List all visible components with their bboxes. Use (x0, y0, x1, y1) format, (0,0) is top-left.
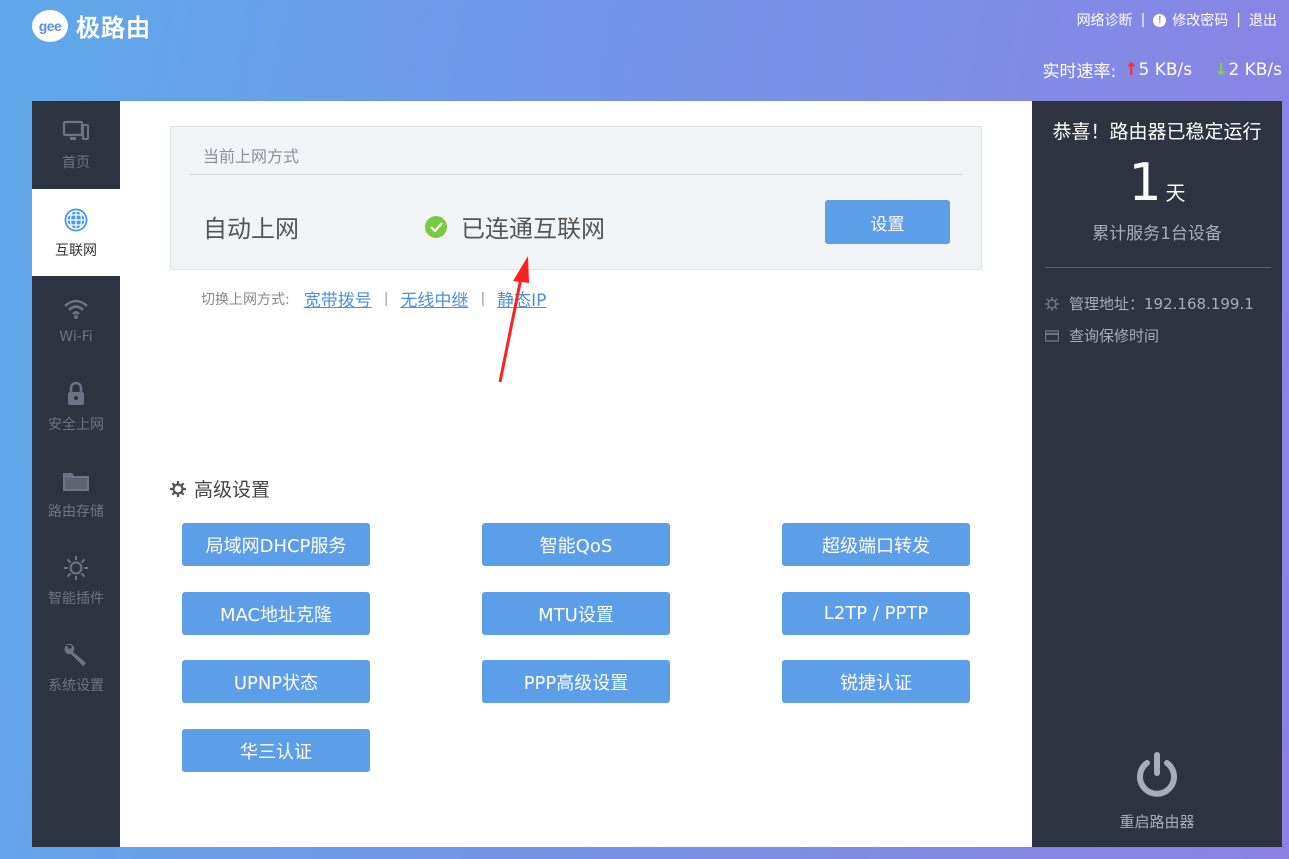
admin-address: 管理地址：192.168.199.1 (1069, 295, 1254, 313)
l2tp-pptp-button[interactable]: L2TP / PPTP (782, 592, 970, 635)
h3c-auth-button[interactable]: 华三认证 (182, 729, 370, 772)
wrench-icon (61, 641, 91, 669)
sidebar-item-security[interactable]: 安全上网 (32, 363, 120, 450)
logout-link[interactable]: 退出 (1249, 10, 1277, 30)
uptime-title: 恭喜！路由器已稳定运行 (1052, 121, 1262, 143)
separator: | (383, 290, 389, 307)
power-icon (1133, 751, 1181, 803)
sidebar-item-label: 安全上网 (48, 416, 104, 433)
sidebar-item-system[interactable]: 系统设置 (32, 624, 120, 711)
sidebar-item-label: 路由存储 (48, 503, 104, 520)
uptime-number: 1 (1128, 153, 1162, 213)
sidebar-item-label: 系统设置 (48, 677, 104, 694)
network-diagnose-link[interactable]: 网络诊断 (1077, 10, 1133, 30)
upload-speed: 5 KB/s (1138, 59, 1193, 80)
logo: gee 极路由 (32, 8, 151, 43)
restart-router-button[interactable]: 重启路由器 (1032, 751, 1282, 832)
speed-label: 实时速率: (1042, 62, 1117, 82)
sidebar-item-internet[interactable]: 互联网 (32, 189, 120, 276)
gear-icon (1045, 296, 1059, 311)
sidebar-item-plugins[interactable]: 智能插件 (32, 537, 120, 624)
info-icon: ! (1153, 13, 1167, 27)
sidebar-item-home[interactable]: 首页 (32, 101, 120, 188)
card-title: 当前上网方式 (203, 147, 300, 166)
ppp-advanced-button[interactable]: PPP高级设置 (482, 660, 670, 703)
download-speed: 2 KB/s (1228, 59, 1282, 80)
sidebar-item-storage[interactable]: 路由存储 (32, 450, 120, 537)
devices-served: 累计服务1台设备 (1092, 224, 1222, 244)
switch-mode-row: 切换上网方式: 宽带拨号 | 无线中继 | 静态IP (201, 286, 546, 312)
download-arrow-icon: ↓ (1214, 59, 1229, 80)
card-icon (1045, 329, 1059, 343)
sidebar-item-label: Wi-Fi (59, 328, 93, 345)
dhcp-button[interactable]: 局域网DHCP服务 (182, 523, 370, 566)
speed-meter: 实时速率: ↑ 5 KB/s ↓ 2 KB/s (1042, 57, 1282, 83)
pppoe-link[interactable]: 宽带拨号 (304, 286, 372, 311)
admin-address-row: 管理地址：192.168.199.1 (1045, 293, 1254, 314)
uptime-days: 1天 (1032, 153, 1282, 213)
lock-icon (61, 380, 91, 408)
connection-status: 已连通互联网 (425, 209, 605, 244)
sidebar-item-wifi[interactable]: Wi-Fi (32, 276, 120, 363)
main-panel: 当前上网方式 自动上网 已连通互联网 设置 切换上网方式: 宽带拨号 | 无线中… (120, 101, 1032, 847)
globe-icon (61, 206, 91, 234)
mac-clone-button[interactable]: MAC地址克隆 (182, 592, 370, 635)
upnp-button[interactable]: UPNP状态 (182, 660, 370, 703)
static-ip-link[interactable]: 静态IP (497, 286, 546, 311)
ruijie-auth-button[interactable]: 锐捷认证 (782, 660, 970, 703)
sidebar-item-label: 首页 (62, 154, 90, 171)
mtu-button[interactable]: MTU设置 (482, 592, 670, 635)
folder-icon (61, 467, 91, 495)
status-panel: 恭喜！路由器已稳定运行 1天 累计服务1台设备 管理地址：192.168.199… (1032, 101, 1282, 847)
logo-badge: gee (32, 9, 68, 42)
status-text: 已连通互联网 (461, 215, 605, 243)
sidebar: 首页 互联网 Wi-Fi 安全上网 路由存储 智能插件 系统设置 (32, 101, 120, 847)
change-password-link[interactable]: 修改密码 (1172, 10, 1228, 30)
sidebar-item-label: 互联网 (55, 242, 97, 259)
wireless-relay-link[interactable]: 无线中继 (400, 286, 468, 311)
separator: | (1140, 12, 1146, 28)
switch-label: 切换上网方式: (201, 291, 290, 308)
divider (189, 174, 963, 175)
separator: | (480, 290, 486, 307)
upload-arrow-icon: ↑ (1124, 59, 1139, 80)
qos-button[interactable]: 智能QoS (482, 523, 670, 566)
sidebar-item-label: 智能插件 (48, 590, 104, 607)
app-title: 极路由 (76, 14, 151, 42)
warranty-row[interactable]: 查询保修时间 (1045, 325, 1159, 346)
advanced-title-text: 高级设置 (194, 479, 271, 501)
uptime-unit: 天 (1165, 181, 1186, 205)
check-icon (425, 215, 447, 238)
separator: | (1236, 12, 1241, 28)
connection-card: 当前上网方式 自动上网 已连通互联网 设置 (170, 126, 982, 270)
monitor-icon (61, 118, 91, 146)
connection-mode: 自动上网 (203, 215, 299, 243)
restart-label: 重启路由器 (1119, 813, 1195, 831)
divider (1045, 267, 1271, 268)
top-links: 网络诊断 | ! 修改密码 | 退出 (1077, 10, 1277, 30)
wifi-icon (61, 295, 91, 323)
warranty-link[interactable]: 查询保修时间 (1069, 325, 1159, 346)
gear-icon (170, 480, 186, 497)
bulb-icon (61, 554, 91, 582)
advanced-settings-title: 高级设置 (170, 475, 270, 502)
settings-button[interactable]: 设置 (825, 200, 950, 244)
port-forward-button[interactable]: 超级端口转发 (782, 523, 970, 566)
